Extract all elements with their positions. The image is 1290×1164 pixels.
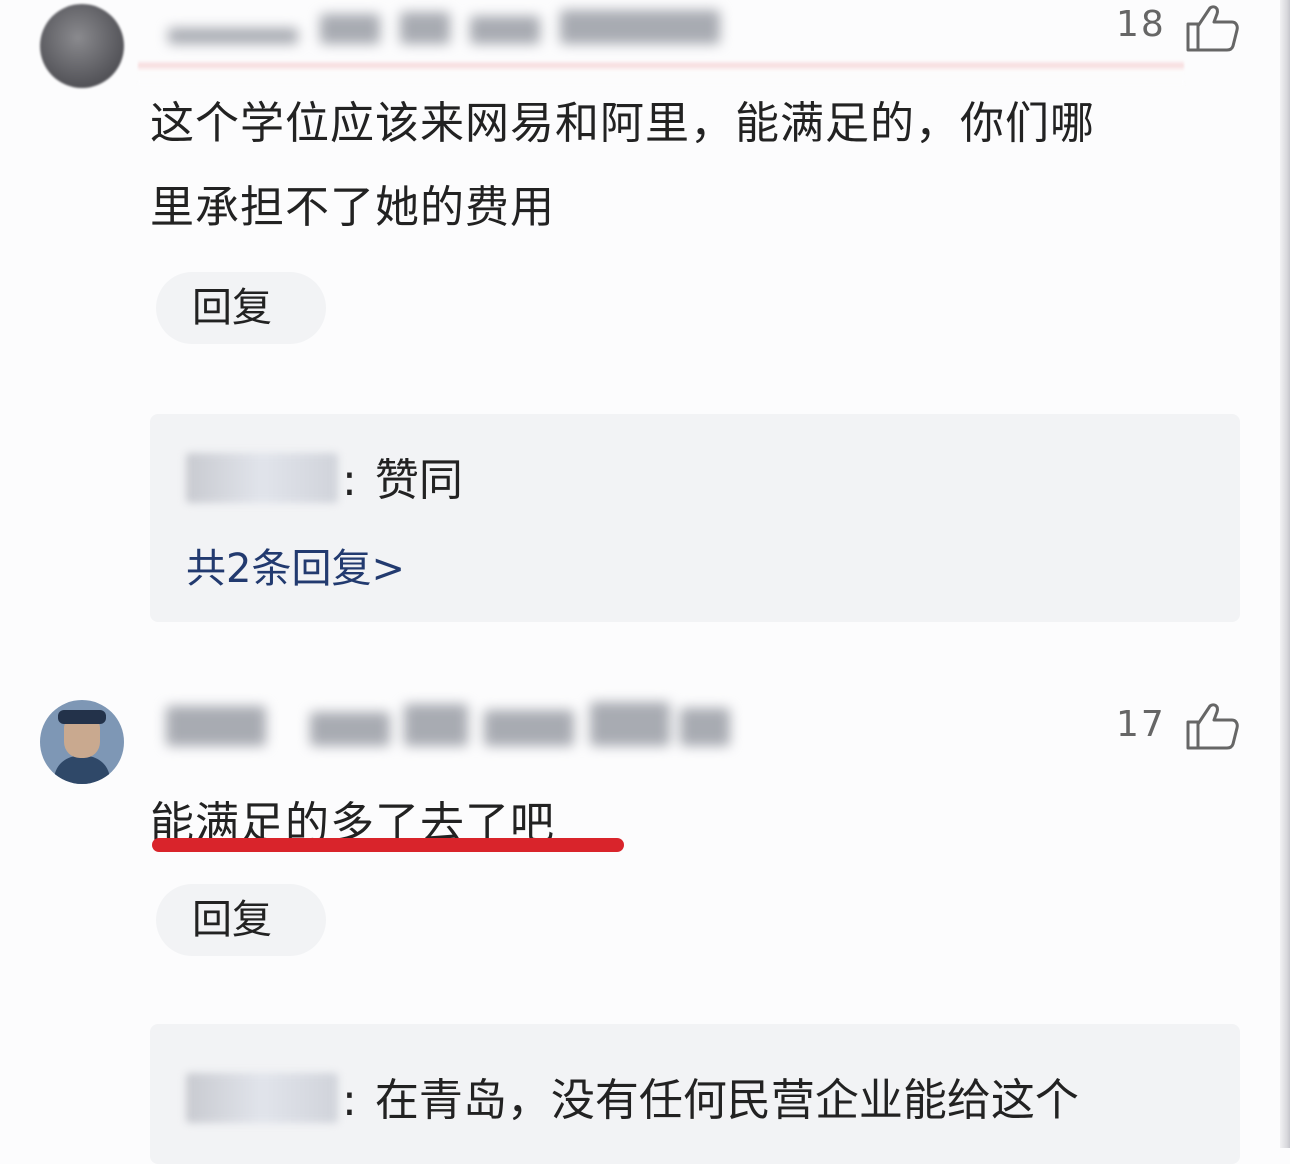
avatar[interactable] [40,4,124,88]
sub-reply-text: 赞同 [374,455,463,506]
red-underline-annotation [152,838,624,852]
comment-text: 能满足的多了去了吧 [150,782,1210,866]
blurred-author[interactable] [186,1073,338,1123]
comment-text-line: 里承担不了她的费用 [150,182,555,233]
reply-button[interactable]: 回复 [156,272,326,344]
sub-reply-box: : 在青岛，没有任何民营企业能给这个 [150,1024,1240,1164]
more-replies-link[interactable]: 共2条回复> [186,536,405,594]
sub-reply-line: : 在青岛，没有任何民营企业能给这个 [186,1064,1079,1128]
sub-reply-line: : 赞同 [186,444,463,508]
reply-button[interactable]: 回复 [156,884,326,956]
thumbs-up-icon[interactable] [1184,4,1240,52]
comment-text-line: 能满足的多了去了吧 [150,798,555,849]
avatar[interactable] [40,700,124,784]
sub-reply-text: 在青岛，没有任何民营企业能给这个 [374,1075,1079,1126]
comment-text: 这个学位应该来网易和阿里，能满足的，你们哪 里承担不了她的费用 [150,82,1210,250]
blurred-username [160,698,740,752]
thumbs-up-icon[interactable] [1184,702,1240,750]
blurred-author[interactable] [186,453,338,503]
page-edge [1280,0,1290,1148]
sub-reply-box: : 赞同 共2条回复> [150,414,1240,622]
blurred-username [160,6,740,46]
like-count: 18 [1116,4,1166,45]
comment-text-line: 这个学位应该来网易和阿里，能满足的，你们哪 [150,98,1095,149]
like-count: 17 [1116,704,1166,745]
